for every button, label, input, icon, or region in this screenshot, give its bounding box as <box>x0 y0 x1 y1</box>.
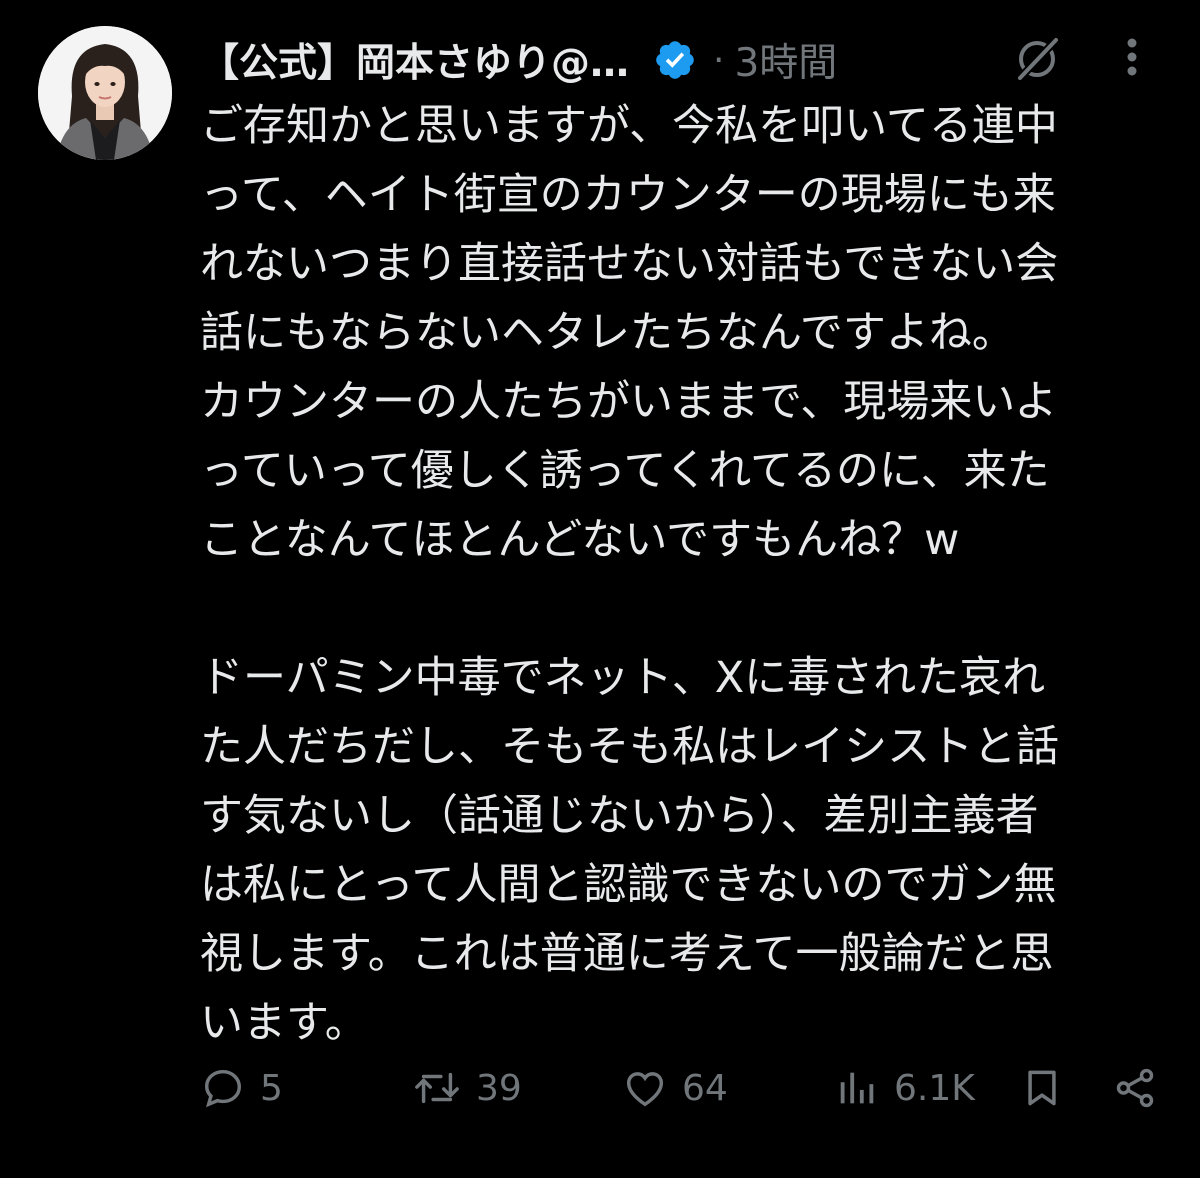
tweet-text-line: カウンターの人たちがいままで、現場来いよ <box>200 377 1058 427</box>
reply-button[interactable]: 5 <box>200 1058 283 1118</box>
like-button[interactable]: 64 <box>622 1058 728 1118</box>
bookmark-button[interactable] <box>1020 1058 1064 1118</box>
repost-icon <box>415 1072 459 1104</box>
tweet-text-line: 視します。これは普通に考えて一般論だと思 <box>200 929 1054 979</box>
view-count: 6.1K <box>894 1067 975 1109</box>
verified-badge-icon <box>653 38 697 82</box>
tweet-text-line: っていって優しく誘ってくれてるのに、来た <box>200 446 1050 496</box>
display-name[interactable]: 【公式】岡本さゆり@… <box>200 32 629 88</box>
heart-icon <box>626 1072 664 1107</box>
bookmark-icon <box>1028 1070 1056 1106</box>
tweet-text-line: って、ヘイト街宣のカウンターの現場にも来 <box>200 170 1056 220</box>
tweet-text-line: す気ないし（話通じないから）、差別主義者 <box>200 791 1039 841</box>
timestamp[interactable]: 3時間 <box>734 32 837 88</box>
tweet-text-line: れないつまり直接話せない対話もできない会 <box>200 239 1059 289</box>
tweet-text-line: た人だちだし、そもそも私はレイシストと話 <box>200 722 1060 772</box>
tweet-header: 【公式】岡本さゆり@… · 3時間 <box>200 28 837 92</box>
tweet-text-line: ご存知かと思いますが、今私を叩いてる連中 <box>200 101 1058 151</box>
tweet-text-line: ことなんてほとんどないですもんね？w <box>200 515 960 565</box>
more-options-icon[interactable] <box>1112 34 1152 84</box>
share-button[interactable] <box>1112 1058 1158 1118</box>
tweet-text-line: は私にとって人間と認識できないのでガン無 <box>200 860 1057 910</box>
views-button[interactable]: 6.1K <box>834 1058 975 1118</box>
reply-icon <box>204 1069 242 1108</box>
tweet-text: ご存知かと思いますが、今私を叩いてる連中 って、ヘイト街宣のカウンターの現場にも… <box>200 92 1180 1058</box>
views-icon <box>840 1072 874 1104</box>
tweet[interactable]: 【公式】岡本さゆり@… · 3時間 ご存知かと思いますが、今私を叩いてる連中 っ… <box>0 0 1200 1178</box>
tweet-text-line: います。 <box>200 998 368 1048</box>
tweet-text-line: 話にもならないヘタレたちなんですよね。 <box>200 308 1015 358</box>
tweet-text-line: ドーパミン中毒でネット、Xに毒された哀れ <box>200 653 1046 703</box>
action-bar: 5 39 64 6.1K <box>200 1058 1160 1118</box>
grok-icon[interactable] <box>1012 34 1062 84</box>
reply-count: 5 <box>260 1067 283 1109</box>
like-count: 64 <box>682 1067 728 1109</box>
avatar[interactable] <box>38 26 172 160</box>
repost-count: 39 <box>476 1067 522 1109</box>
separator-dot: · <box>713 39 725 81</box>
repost-button[interactable]: 39 <box>412 1058 522 1118</box>
share-icon <box>1116 1068 1154 1108</box>
